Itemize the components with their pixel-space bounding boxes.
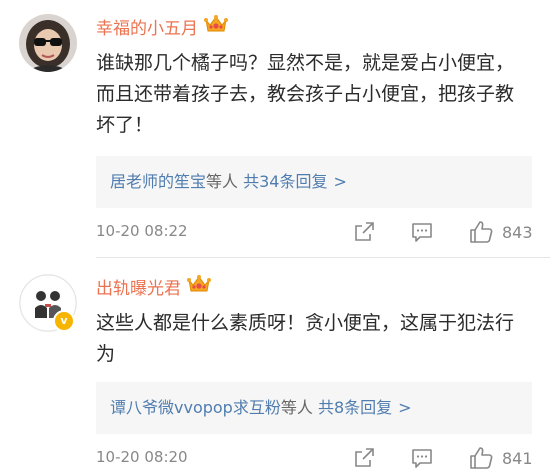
reply-mid-text: 等人	[280, 398, 313, 417]
share-icon	[355, 222, 374, 241]
comment-text: 谁缺那几个橘子吗？显然不是，就是爱占小便宜，而且还带着孩子去，教会孩子占小便宜，…	[96, 52, 515, 136]
username[interactable]: 出轨曝光君	[96, 274, 211, 299]
verified-badge-icon: v	[53, 310, 75, 332]
username-text[interactable]: 幸福的小五月	[96, 14, 198, 39]
reply-count[interactable]: 共8条回复	[318, 398, 392, 417]
like-button[interactable]: 841	[468, 444, 533, 472]
comment-icon	[412, 449, 432, 468]
share-icon	[355, 448, 374, 467]
username[interactable]: 幸福的小五月	[96, 14, 228, 39]
chevron-right-icon: >	[398, 398, 412, 417]
comment-meta: 10-20 08:22 843	[96, 218, 536, 246]
avatar[interactable]	[19, 14, 77, 72]
comment-text: 这些人都是什么素质呀！贪小便宜，这属于犯法行为	[96, 312, 515, 365]
reply-users[interactable]: 居老师的笙宝	[110, 172, 206, 191]
thumbs-up-icon	[470, 447, 493, 469]
share-button[interactable]	[352, 218, 376, 246]
reply-preview[interactable]: 谭八爷微vvopop求互粉等人 共8条回复 >	[96, 382, 532, 434]
reply-users[interactable]: 谭八爷微vvopop求互粉	[110, 398, 281, 417]
comment-button[interactable]	[410, 444, 434, 472]
share-button[interactable]	[352, 444, 376, 472]
like-count: 841	[502, 448, 533, 468]
reply-preview[interactable]: 居老师的笙宝等人 共34条回复 >	[96, 156, 532, 208]
crown-icon	[204, 14, 228, 39]
crown-icon	[187, 274, 211, 299]
comment-item: v 出轨曝光君 这些人都是什么素质呀！贪小便宜，这属于犯法行为 谭八爷微vvop…	[0, 258, 550, 471]
comment-meta: 10-20 08:20 841	[96, 444, 536, 472]
username-text[interactable]: 出轨曝光君	[96, 274, 181, 299]
comment-icon	[412, 223, 432, 242]
like-button[interactable]: 843	[468, 218, 533, 246]
timestamp: 10-20 08:22	[96, 222, 188, 240]
avatar-image	[19, 14, 77, 72]
timestamp: 10-20 08:20	[96, 448, 188, 466]
chevron-right-icon: >	[333, 172, 347, 191]
reply-count[interactable]: 共34条回复	[243, 172, 327, 191]
reply-mid-text: 等人	[206, 172, 239, 191]
comment-button[interactable]	[410, 218, 434, 246]
like-count: 843	[502, 222, 533, 242]
comment-item: 幸福的小五月 谁缺那几个橘子吗？显然不是，就是爱占小便宜，而且还带着孩子去，教会…	[0, 0, 550, 258]
thumbs-up-icon	[470, 221, 493, 243]
